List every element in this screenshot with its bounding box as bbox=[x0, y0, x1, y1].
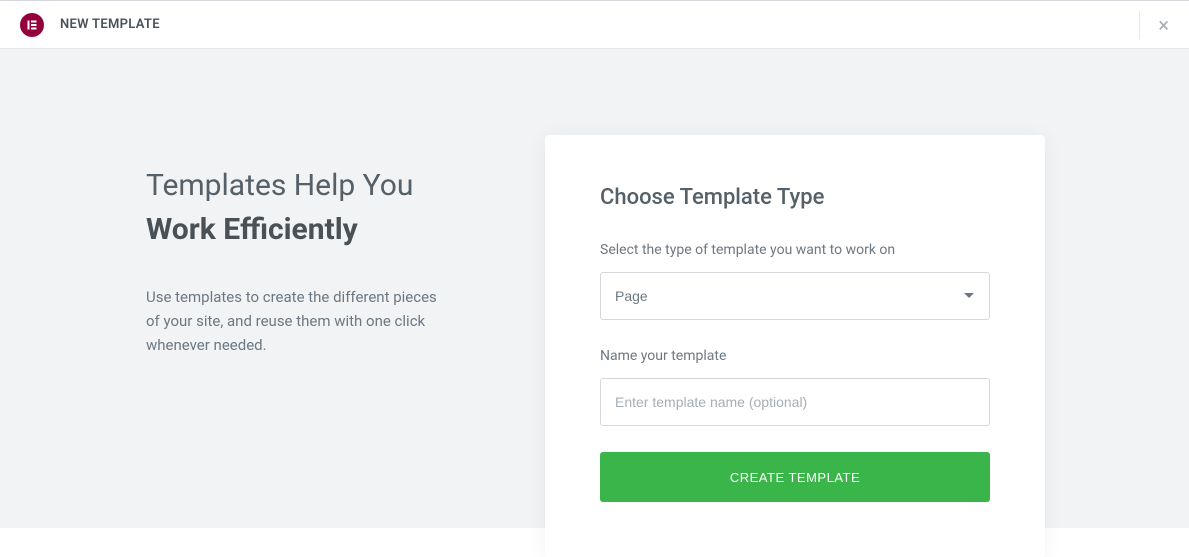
dialog-body: Templates Help You Work Efficiently Use … bbox=[0, 49, 1189, 528]
elementor-logo-icon bbox=[20, 13, 44, 37]
headline-line1: Templates Help You bbox=[146, 164, 485, 208]
intro-column: Templates Help You Work Efficiently Use … bbox=[0, 137, 545, 357]
dialog-title: NEW TEMPLATE bbox=[60, 17, 160, 32]
create-template-button[interactable]: CREATE TEMPLATE bbox=[600, 452, 990, 502]
template-type-select[interactable]: Page bbox=[600, 272, 990, 320]
close-button[interactable]: × bbox=[1139, 11, 1169, 39]
form-title: Choose Template Type bbox=[600, 185, 990, 210]
template-type-select-wrap: Page bbox=[600, 272, 990, 320]
template-type-label: Select the type of template you want to … bbox=[600, 242, 990, 258]
close-icon: × bbox=[1158, 15, 1169, 35]
intro-description: Use templates to create the different pi… bbox=[146, 285, 446, 357]
form-card: Choose Template Type Select the type of … bbox=[545, 135, 1045, 557]
dialog-header: NEW TEMPLATE × bbox=[0, 1, 1189, 49]
template-name-input[interactable] bbox=[600, 378, 990, 426]
headline-line2: Work Efficiently bbox=[146, 208, 485, 252]
template-name-label: Name your template bbox=[600, 348, 990, 364]
